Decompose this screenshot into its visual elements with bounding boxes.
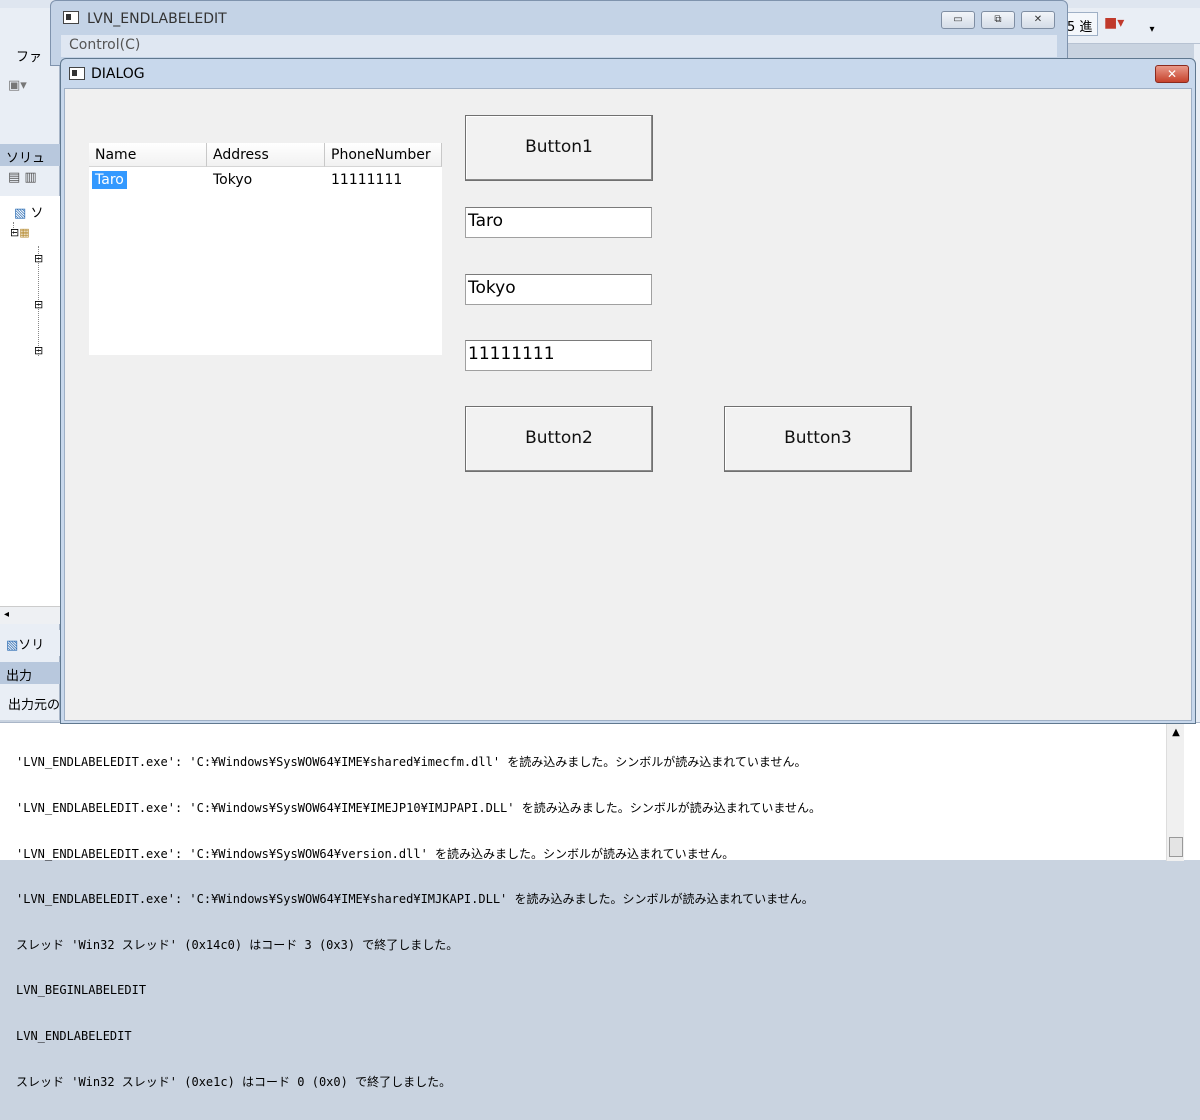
- button1[interactable]: Button1: [465, 115, 653, 181]
- solution-icon: ▧: [14, 206, 27, 221]
- solution-tab-icon: ▧: [6, 638, 19, 653]
- output-header: 出力: [0, 662, 60, 684]
- output-line: LVN_ENDLABELEDIT: [16, 1029, 132, 1044]
- output-line: 'LVN_ENDLABELEDIT.exe': 'C:¥Windows¥SysW…: [16, 801, 822, 816]
- solution-tree[interactable]: ▧ ソ ⊟▦ ⊟ ⊟ ⊟: [0, 196, 60, 606]
- column-header-phone[interactable]: PhoneNumber: [325, 143, 442, 167]
- dialog-title: DIALOG: [91, 66, 145, 82]
- output-line: スレッド 'Win32 スレッド' (0x14c0) はコード 3 (0x3) …: [16, 937, 459, 952]
- solution-explorer-header: ソリュ: [0, 144, 60, 166]
- output-line: 'LVN_ENDLABELEDIT.exe': 'C:¥Windows¥SysW…: [16, 755, 807, 770]
- button2[interactable]: Button2: [465, 406, 653, 472]
- scroll-thumb[interactable]: [1169, 837, 1183, 857]
- button3[interactable]: Button3: [724, 406, 912, 472]
- output-line: LVN_BEGINLABELEDIT: [16, 983, 147, 998]
- dialog-window: DIALOG ✕ Name Address PhoneNumber Taro T…: [60, 58, 1196, 724]
- output-pane[interactable]: 'LVN_ENDLABELEDIT.exe': 'C:¥Windows¥SysW…: [0, 722, 1200, 1089]
- list-item-name[interactable]: Taro: [92, 171, 127, 189]
- restore-button[interactable]: ⧉: [981, 11, 1015, 29]
- tab-solution-explorer[interactable]: ▧ソリ: [0, 630, 60, 656]
- main-window-title: LVN_ENDLABELEDIT: [87, 11, 227, 27]
- stop-debug-icon[interactable]: ■▾: [1104, 12, 1144, 38]
- column-header-name[interactable]: Name: [89, 143, 207, 167]
- tree-collapse-icon[interactable]: ⊟: [34, 252, 43, 265]
- tree-solution-node[interactable]: ▧ ソ: [14, 202, 43, 221]
- address-edit-field[interactable]: Tokyo: [465, 274, 652, 305]
- list-item-address[interactable]: Tokyo: [210, 171, 255, 189]
- main-menubar: Control(C): [61, 35, 1057, 57]
- hex-display-toggle[interactable]: 5 進: [1064, 12, 1098, 36]
- output-source-label: 出力元の: [8, 698, 61, 713]
- column-header-address[interactable]: Address: [207, 143, 325, 167]
- output-line: 'LVN_ENDLABELEDIT.exe': 'C:¥Windows¥SysW…: [16, 892, 814, 907]
- solution-tab-label: ソリ: [18, 638, 45, 653]
- main-window: LVN_ENDLABELEDIT ▭ ⧉ ✕ Control(C): [50, 0, 1068, 66]
- output-line: スレッド 'Win32 スレッド' (0xe1c) はコード 0 (0x0) で…: [16, 1074, 452, 1089]
- tree-solution-label: ソ: [30, 206, 44, 221]
- solution-properties-icon[interactable]: ▤ ▥: [8, 170, 48, 192]
- tree-collapse-icon[interactable]: ⊟▦: [10, 226, 30, 239]
- tree-collapse-icon[interactable]: ⊟: [34, 344, 43, 357]
- dialog-client-area: Name Address PhoneNumber Taro Tokyo 1111…: [64, 88, 1192, 721]
- menu-file[interactable]: ファ: [16, 46, 42, 65]
- list-view[interactable]: Name Address PhoneNumber Taro Tokyo 1111…: [89, 143, 442, 355]
- dialog-close-button[interactable]: ✕: [1155, 65, 1189, 83]
- minimize-button[interactable]: ▭: [941, 11, 975, 29]
- menu-control[interactable]: Control(C): [69, 37, 140, 53]
- list-item-phone[interactable]: 11111111: [328, 171, 405, 189]
- scroll-up-icon[interactable]: ▲: [1167, 727, 1185, 738]
- new-project-icon[interactable]: ▣▾: [8, 78, 48, 104]
- output-text: 'LVN_ENDLABELEDIT.exe': 'C:¥Windows¥SysW…: [16, 725, 1162, 1120]
- window-app-icon: [63, 11, 79, 24]
- phone-edit-field[interactable]: 11111111: [465, 340, 652, 371]
- close-button-behind[interactable]: ✕: [1021, 11, 1055, 29]
- toolbar-overflow-icon[interactable]: ▾: [1146, 12, 1158, 40]
- dialog-app-icon: [69, 67, 85, 80]
- output-vscrollbar[interactable]: ▲: [1166, 723, 1184, 861]
- tree-collapse-icon[interactable]: ⊟: [34, 298, 43, 311]
- name-edit-field[interactable]: Taro: [465, 207, 652, 238]
- solution-hscrollbar[interactable]: ◂: [0, 606, 60, 624]
